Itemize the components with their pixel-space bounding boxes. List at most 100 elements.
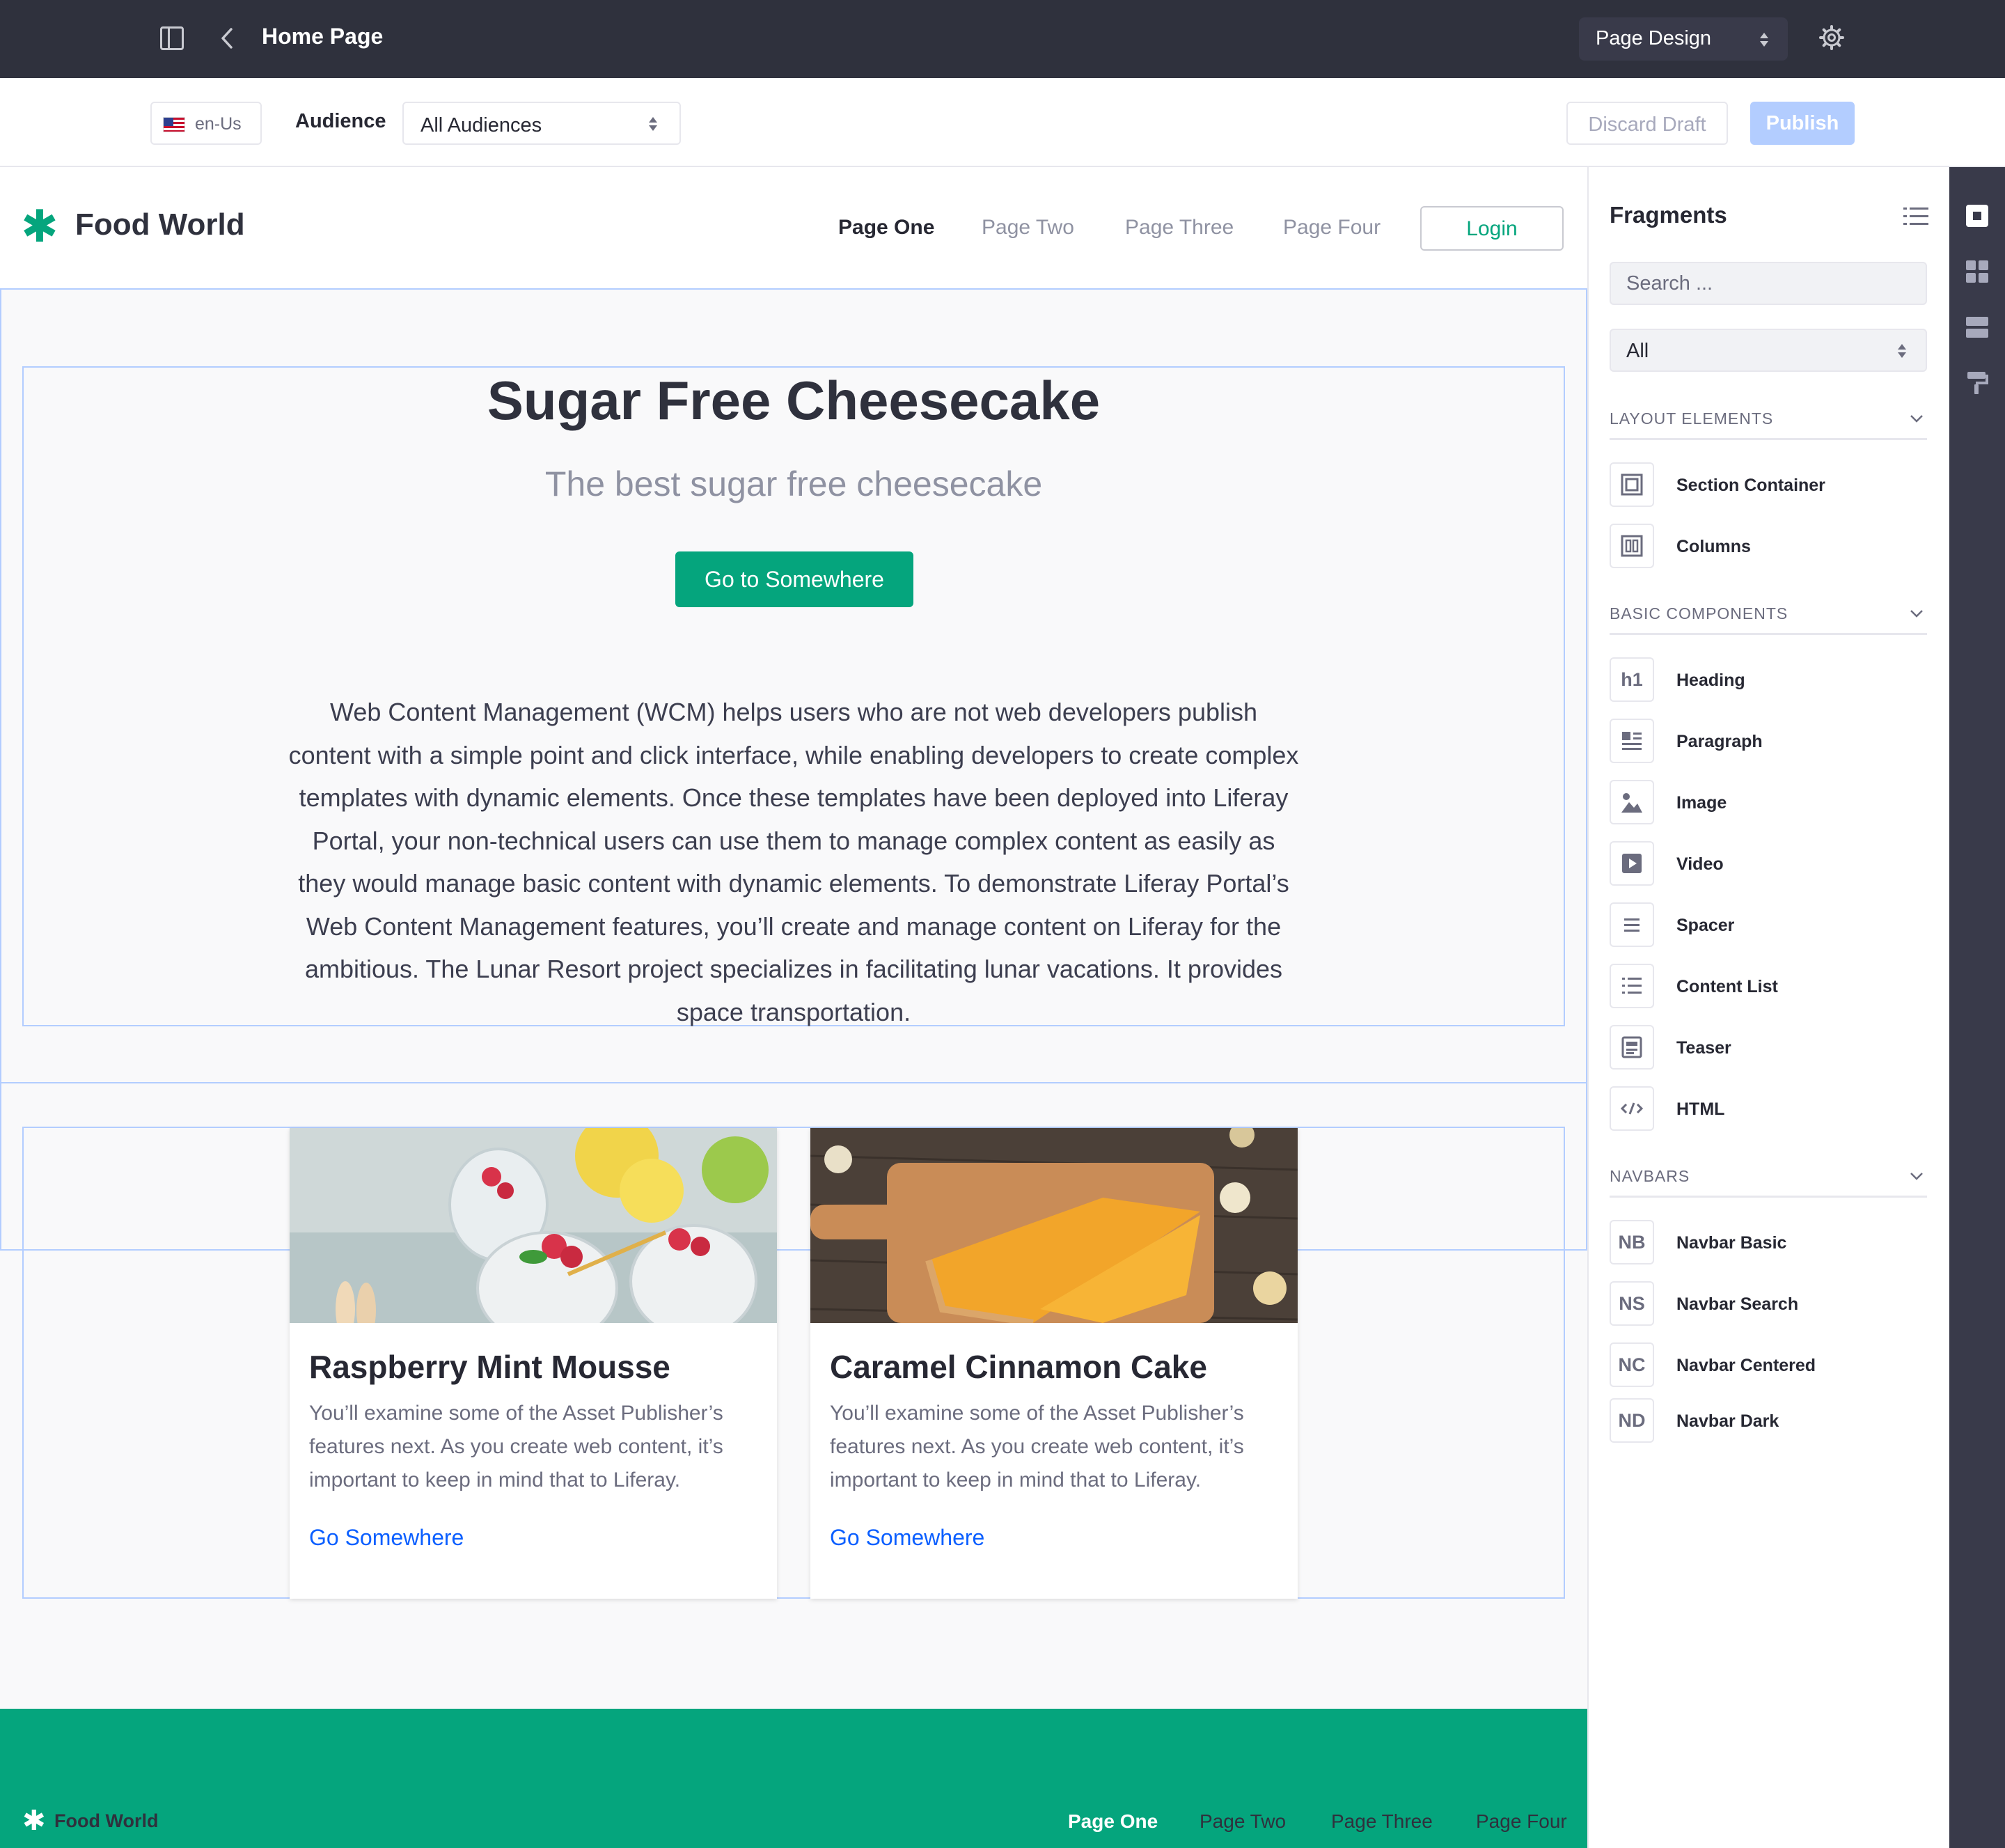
widgets-icon[interactable] <box>1965 259 1990 284</box>
fragment-navbar-search[interactable]: NS Navbar Search <box>1610 1281 1927 1327</box>
footer-nav-page-two[interactable]: Page Two <box>1200 1810 1286 1833</box>
gear-icon[interactable] <box>1819 25 1844 50</box>
spacer-icon <box>1610 902 1654 947</box>
footer-nav-page-four[interactable]: Page Four <box>1476 1810 1567 1833</box>
fragment-teaser[interactable]: Teaser <box>1610 1025 1927 1071</box>
footer-nav-page-one[interactable]: Page One <box>1068 1810 1158 1833</box>
fragment-label: Section Container <box>1676 476 1825 495</box>
category-label: BASIC COMPONENTS <box>1610 604 1788 622</box>
fragment-label: Navbar Centered <box>1676 1356 1816 1375</box>
card-text: You’ll examine some of the Asset Publish… <box>309 1402 723 1491</box>
category-layout-elements[interactable]: LAYOUT ELEMENTS <box>1610 409 1927 440</box>
chevron-down-icon <box>1910 1173 1923 1180</box>
discard-draft-button[interactable]: Discard Draft <box>1566 102 1728 145</box>
card-link[interactable]: Go Somewhere <box>830 1525 984 1551</box>
fragment-paragraph[interactable]: Paragraph <box>1610 719 1927 765</box>
navbar-basic-icon: NB <box>1610 1220 1654 1264</box>
fragment-content-list[interactable]: Content List <box>1610 964 1927 1010</box>
card-text: You’ll examine some of the Asset Publish… <box>830 1402 1244 1491</box>
cards-fragment-outline[interactable] <box>22 1127 1565 1599</box>
fragments-panel: Fragments All LAYOUT ELEMENTS Section Co… <box>1589 167 1949 1848</box>
card-image-dessert <box>290 1128 777 1323</box>
fragment-navbar-dark[interactable]: ND Navbar Dark <box>1610 1398 1927 1444</box>
nav-page-two[interactable]: Page Two <box>982 216 1074 240</box>
navbar-centered-icon: NC <box>1610 1342 1654 1387</box>
fragment-label: Navbar Basic <box>1676 1233 1787 1253</box>
fragment-label: Navbar Dark <box>1676 1411 1779 1431</box>
select-caret-icon <box>1898 344 1906 358</box>
select-caret-icon <box>1760 33 1768 47</box>
fragment-heading[interactable]: h1 Heading <box>1610 657 1927 703</box>
fragment-navbar-centered[interactable]: NC Navbar Centered <box>1610 1342 1927 1388</box>
chevron-down-icon <box>1910 415 1923 423</box>
fragment-image[interactable]: Image <box>1610 780 1927 826</box>
nav-page-one[interactable]: Page One <box>838 216 934 240</box>
page-structure-icon[interactable] <box>1965 315 1990 340</box>
footer-nav-page-three[interactable]: Page Three <box>1331 1810 1433 1833</box>
site-brand[interactable]: Food World <box>75 207 245 242</box>
page-title: Home Page <box>262 24 384 49</box>
nav-page-three[interactable]: Page Three <box>1125 216 1234 240</box>
category-label: NAVBARS <box>1610 1167 1690 1185</box>
category-navbars[interactable]: NAVBARS <box>1610 1167 1927 1198</box>
card-link[interactable]: Go Somewhere <box>309 1525 464 1551</box>
image-icon <box>1610 780 1654 824</box>
hero-body-text: Web Content Management (WCM) helps users… <box>288 698 1299 1026</box>
fragment-filter-select[interactable]: All <box>1610 329 1927 372</box>
recipe-card: Raspberry Mint Mousse You’ll examine som… <box>290 1128 777 1599</box>
fragment-search-input[interactable] <box>1610 262 1927 305</box>
language-selector[interactable]: en-Us <box>150 102 262 145</box>
card-title: Caramel Cinnamon Cake <box>830 1349 1207 1385</box>
fragment-spacer[interactable]: Spacer <box>1610 902 1927 948</box>
look-and-feel-icon[interactable] <box>1965 370 1990 396</box>
fragments-icon[interactable] <box>1965 203 1990 228</box>
heading-icon: h1 <box>1610 657 1654 702</box>
card-image-cake <box>810 1128 1298 1323</box>
mode-select-value: Page Design <box>1596 27 1712 49</box>
navbar-search-icon: NS <box>1610 1281 1654 1326</box>
fragment-label: HTML <box>1676 1099 1725 1119</box>
hero-cta-button[interactable]: Go to Somewhere <box>675 551 913 607</box>
section-container-icon <box>1610 462 1654 507</box>
nav-page-four[interactable]: Page Four <box>1283 216 1381 240</box>
teaser-icon <box>1610 1025 1654 1070</box>
fragment-label: Video <box>1676 854 1724 874</box>
fragment-section-container[interactable]: Section Container <box>1610 462 1927 508</box>
site-header: ✱ Food World Page One Page Two Page Thre… <box>0 167 1587 288</box>
list-view-icon[interactable] <box>1903 206 1928 227</box>
audience-select-value: All Audiences <box>420 114 542 136</box>
brand-star-icon: ✱ <box>21 201 58 251</box>
audience-select[interactable]: All Audiences <box>402 102 681 145</box>
publish-button[interactable]: Publish <box>1750 102 1855 145</box>
audience-label: Audience <box>295 110 386 132</box>
fragment-label: Image <box>1676 793 1727 813</box>
fragment-video[interactable]: Video <box>1610 841 1927 887</box>
footer-star-icon: ✱ <box>22 1806 46 1836</box>
filter-select-value: All <box>1626 340 1649 362</box>
footer-brand[interactable]: Food World <box>54 1810 158 1832</box>
fragment-label: Columns <box>1676 537 1751 556</box>
fragment-html[interactable]: HTML <box>1610 1086 1927 1132</box>
site-footer: ✱ Food World Page One Page Two Page Thre… <box>0 1709 1587 1848</box>
fragment-navbar-basic[interactable]: NB Navbar Basic <box>1610 1220 1927 1266</box>
content-list-icon <box>1610 964 1654 1008</box>
back-chevron-icon[interactable] <box>217 26 238 50</box>
columns-icon <box>1610 524 1654 568</box>
us-flag-icon <box>163 117 185 132</box>
fragment-label: Paragraph <box>1676 732 1763 751</box>
fragment-columns[interactable]: Columns <box>1610 524 1927 570</box>
mode-select[interactable]: Page Design <box>1579 17 1788 61</box>
section-divider <box>0 1082 1587 1083</box>
card-title: Raspberry Mint Mousse <box>309 1349 670 1385</box>
login-button[interactable]: Login <box>1420 206 1564 251</box>
select-caret-icon <box>649 117 657 131</box>
category-basic-components[interactable]: BASIC COMPONENTS <box>1610 604 1927 635</box>
sidebar-toggle-icon[interactable] <box>160 26 184 50</box>
hero-title: Sugar Free Cheesecake <box>487 370 1101 431</box>
page-canvas: ✱ Food World Page One Page Two Page Thre… <box>0 167 1589 1848</box>
language-label: en-Us <box>195 114 242 134</box>
edit-toolbar: en-Us Audience All Audiences Discard Dra… <box>0 78 2005 167</box>
fragment-label: Spacer <box>1676 916 1735 935</box>
fragment-label: Navbar Search <box>1676 1294 1799 1314</box>
video-icon <box>1610 841 1654 886</box>
